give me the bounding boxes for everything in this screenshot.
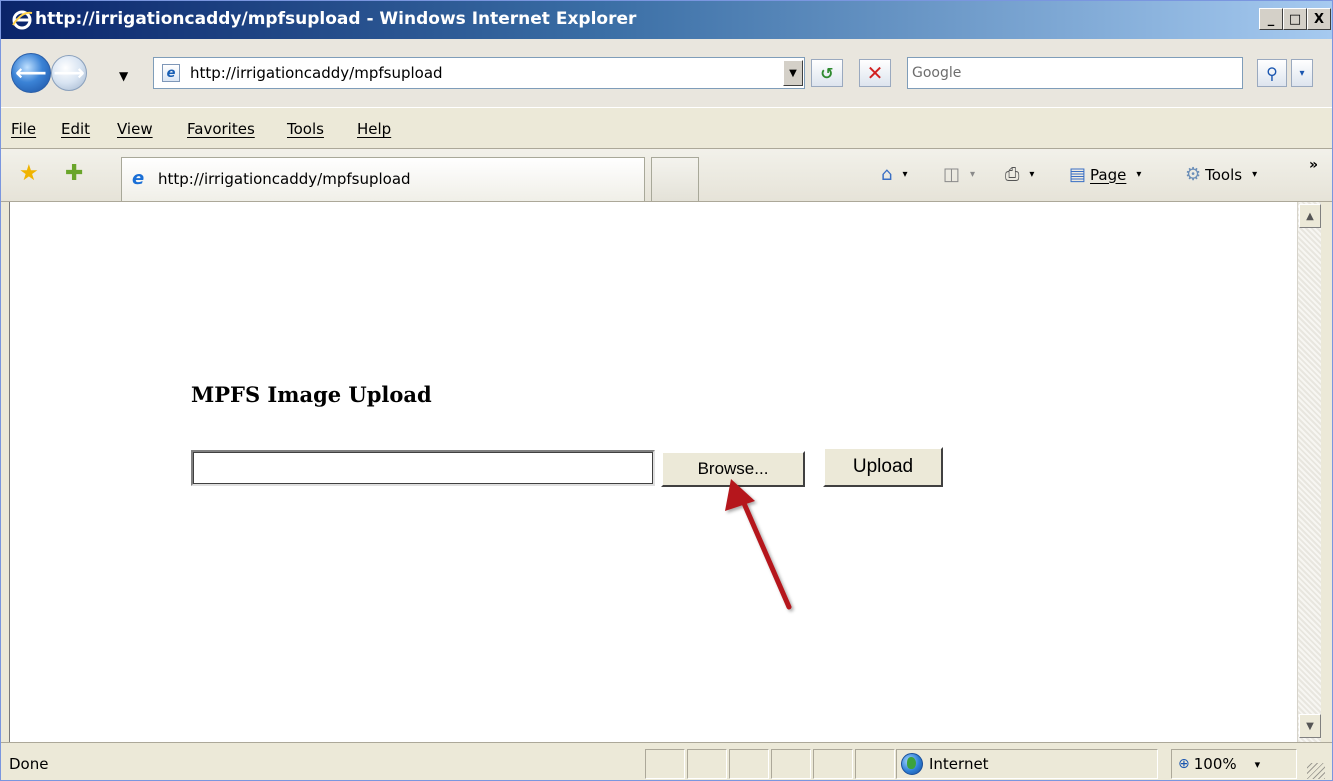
page-menu-label: Page [1090,165,1127,184]
status-pane [771,749,811,779]
gear-icon: ⚙ [1185,164,1202,185]
menu-file[interactable]: File [11,120,36,138]
home-icon: ⌂ [881,164,893,185]
zoom-icon: ⊕ [1178,756,1190,772]
scroll-up-button[interactable]: ▲ [1299,204,1321,228]
stop-icon: ✕ [866,61,884,85]
minimize-button[interactable]: _ [1259,8,1283,30]
back-button[interactable]: ⟵ [11,53,51,93]
command-bar: ★ ✚ e http://irrigationcaddy/mpfsupload … [1,149,1332,202]
favorites-star-icon[interactable]: ★ [19,161,39,186]
menu-tools[interactable]: Tools [287,120,324,138]
zone-label: Internet [929,755,989,773]
address-url[interactable]: http://irrigationcaddy/mpfsupload [190,64,443,82]
search-input[interactable] [912,58,1238,88]
status-pane [855,749,895,779]
security-zone[interactable]: Internet [896,749,1158,779]
maximize-button[interactable]: □ [1283,8,1307,30]
scroll-down-button[interactable]: ▼ [1299,714,1321,738]
search-button[interactable]: ⚲ [1257,59,1287,87]
add-favorite-icon[interactable]: ✚ [65,161,83,186]
navigation-bar: ⟵ ⟶ ▼ e http://irrigationcaddy/mpfsuploa… [1,39,1332,107]
page-menu-button[interactable]: ▤ Page ▾ [1069,164,1141,185]
refresh-button[interactable]: ↺ [811,59,843,87]
menu-edit[interactable]: Edit [61,120,90,138]
resize-grip[interactable] [1307,763,1325,779]
address-dropdown-button[interactable]: ▼ [783,60,803,86]
zoom-level: 100% [1193,755,1237,773]
back-arrow-icon: ⟵ [15,60,47,86]
chevron-down-icon[interactable]: ▾ [902,169,907,180]
page-icon: ▤ [1069,164,1087,185]
tools-menu-label: Tools [1205,165,1243,184]
page-icon: e [162,64,180,82]
title-bar[interactable]: http://irrigationcaddy/mpfsupload - Wind… [1,1,1332,39]
forward-arrow-icon: ⟶ [53,60,85,86]
ie-logo-icon [12,10,33,30]
status-pane [687,749,727,779]
upload-button[interactable]: Upload [823,447,943,487]
search-icon: ⚲ [1266,63,1278,83]
search-options-button[interactable]: ▾ [1291,59,1313,87]
zoom-control[interactable]: ⊕ 100% ▾ [1171,749,1297,779]
printer-icon: ⎙ [1005,164,1020,185]
window-title: http://irrigationcaddy/mpfsupload - Wind… [35,9,637,29]
status-text: Done [9,755,49,773]
status-pane [729,749,769,779]
tab-title: http://irrigationcaddy/mpfsupload [158,170,411,188]
menu-favorites[interactable]: Favorites [187,120,255,138]
chevron-down-icon: ▾ [1136,169,1142,180]
chevron-down-icon[interactable]: ▾ [1255,758,1261,771]
status-pane [645,749,685,779]
ie-page-icon: e [132,168,145,189]
chevron-down-icon: ▾ [1252,169,1258,180]
menu-help[interactable]: Help [357,120,391,138]
tab-current[interactable]: e http://irrigationcaddy/mpfsupload [121,157,645,201]
window-frame [1321,202,1332,742]
close-button[interactable]: X [1307,8,1331,30]
status-bar: Done Internet ⊕ 100% ▾ [1,742,1332,780]
chevron-down-icon[interactable]: ▾ [1029,169,1034,180]
print-button[interactable]: ⎙ ▾ [1005,164,1034,185]
menu-bar: File Edit View Favorites Tools Help [1,107,1332,149]
menu-view[interactable]: View [117,120,153,138]
tools-menu-button[interactable]: ⚙ Tools ▾ [1185,164,1257,185]
toolbar-overflow-icon[interactable]: » [1309,157,1318,173]
browser-window: http://irrigationcaddy/mpfsupload - Wind… [0,0,1333,781]
refresh-icon: ↺ [820,63,834,83]
annotation-arrow-icon [725,479,792,610]
chevron-down-icon[interactable]: ▾ [970,169,975,180]
feeds-icon: ◫ [943,164,961,185]
new-tab-button[interactable] [651,157,699,201]
file-path-input[interactable] [191,450,655,486]
stop-button[interactable]: ✕ [859,59,891,87]
history-dropdown-icon[interactable]: ▼ [119,69,128,83]
home-button[interactable]: ⌂ ▾ [881,164,907,185]
search-box[interactable] [907,57,1243,89]
chevron-down-icon: ▾ [1299,67,1305,79]
globe-icon [901,753,923,775]
status-pane [813,749,853,779]
forward-button[interactable]: ⟶ [51,55,87,91]
address-bar[interactable]: e http://irrigationcaddy/mpfsupload ▼ [153,57,805,89]
vertical-scrollbar[interactable]: ▲ ▼ [1297,202,1321,742]
feeds-button[interactable]: ◫ ▾ [943,164,975,185]
page-title: MPFS Image Upload [191,382,432,407]
